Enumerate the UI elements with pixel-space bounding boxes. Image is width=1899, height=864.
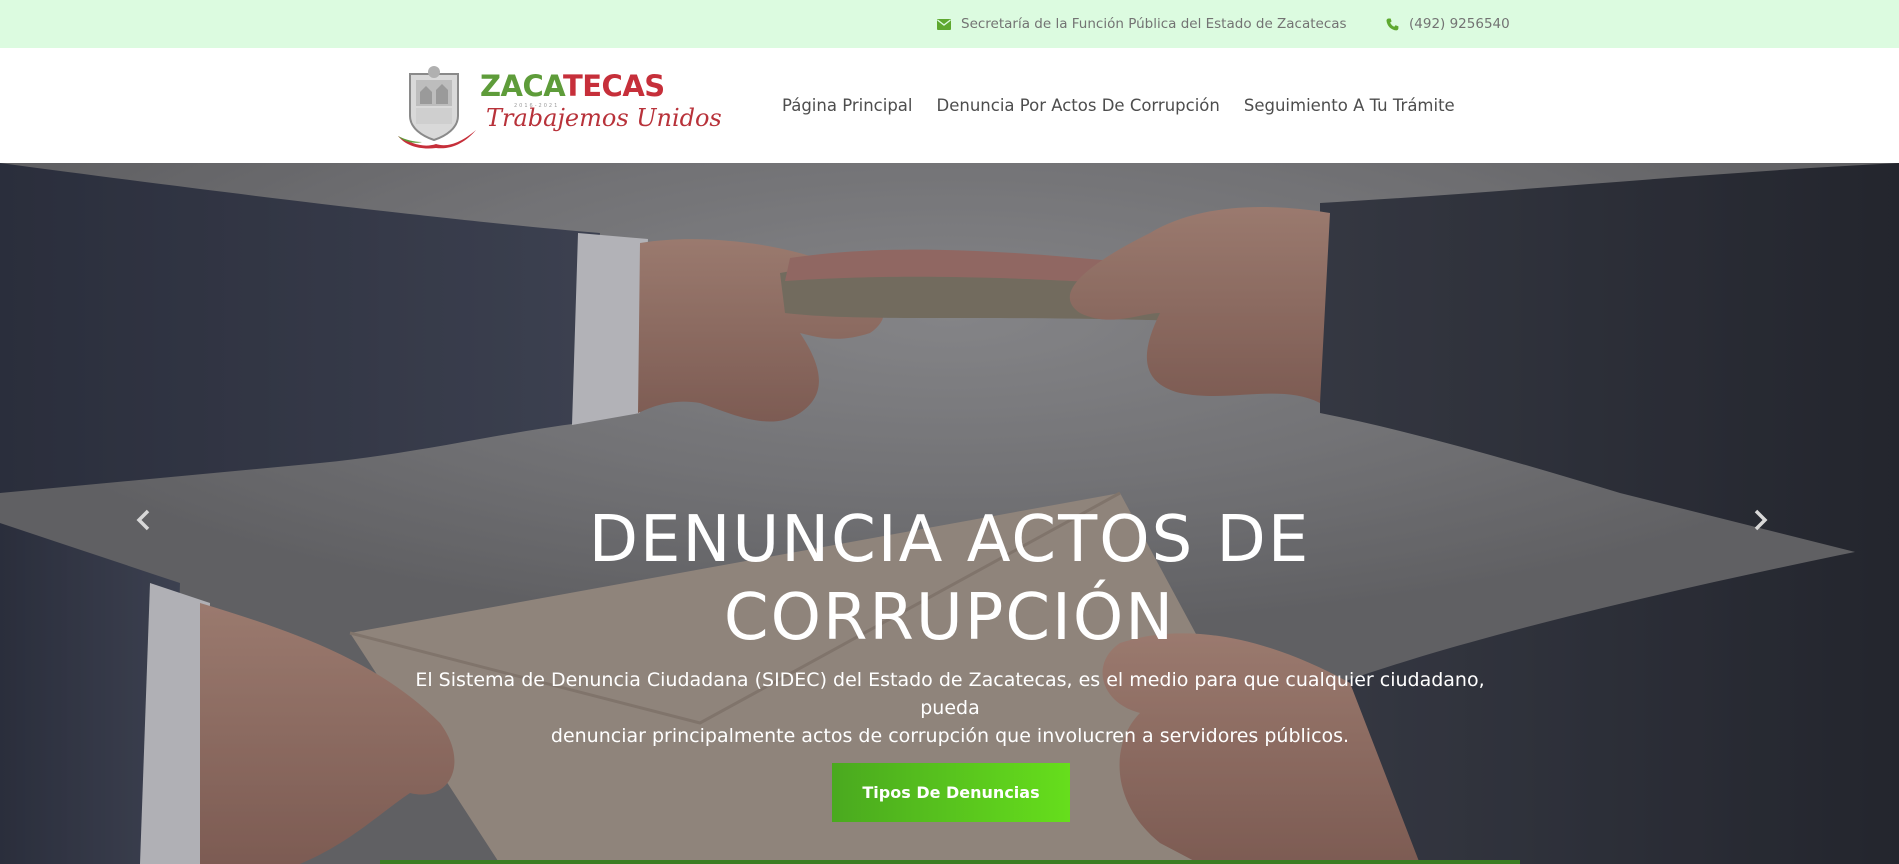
- coat-of-arms-icon: [398, 66, 476, 149]
- site-logo[interactable]: ZACATECAS 2016-2021 Trabajemos Unidos: [396, 64, 722, 150]
- site-header: ZACATECAS 2016-2021 Trabajemos Unidos Pá…: [0, 48, 1899, 163]
- section-divider: [380, 860, 1520, 864]
- envelope-icon: [937, 18, 951, 30]
- nav-item-report-corruption[interactable]: Denuncia Por Actos De Corrupción: [937, 96, 1220, 115]
- report-types-button[interactable]: Tipos De Denuncias: [832, 763, 1070, 822]
- nav-item-track-request[interactable]: Seguimiento A Tu Trámite: [1244, 96, 1455, 115]
- contact-email: Secretaría de la Función Pública del Est…: [937, 0, 1347, 48]
- hero-title-line-2: CORRUPCIÓN: [723, 581, 1176, 655]
- hero-description-line-1: El Sistema de Denuncia Ciudadana (SIDEC)…: [415, 669, 1485, 719]
- phone-icon: [1386, 18, 1399, 30]
- hero-description: El Sistema de Denuncia Ciudadana (SIDEC)…: [400, 666, 1500, 750]
- hero-title-line-1: DENUNCIA ACTOS DE: [588, 503, 1311, 577]
- hero-description-line-2: denunciar principalmente actos de corrup…: [550, 725, 1350, 747]
- contact-phone: (492) 9256540: [1386, 0, 1510, 48]
- logo-slogan: Trabajemos Unidos: [486, 104, 722, 132]
- nav-item-home[interactable]: Página Principal: [782, 96, 913, 115]
- contact-phone-text: (492) 9256540: [1409, 16, 1510, 32]
- main-nav: Página Principal Denuncia Por Actos De C…: [782, 48, 1479, 163]
- hero-title: DENUNCIA ACTOS DE CORRUPCIÓN: [0, 501, 1899, 657]
- contact-email-text: Secretaría de la Función Pública del Est…: [961, 16, 1347, 32]
- top-info-bar: Secretaría de la Función Pública del Est…: [0, 0, 1899, 48]
- logo-wordmark: ZACATECAS: [480, 69, 665, 103]
- hero-slider: DENUNCIA ACTOS DE CORRUPCIÓN El Sistema …: [0, 163, 1899, 864]
